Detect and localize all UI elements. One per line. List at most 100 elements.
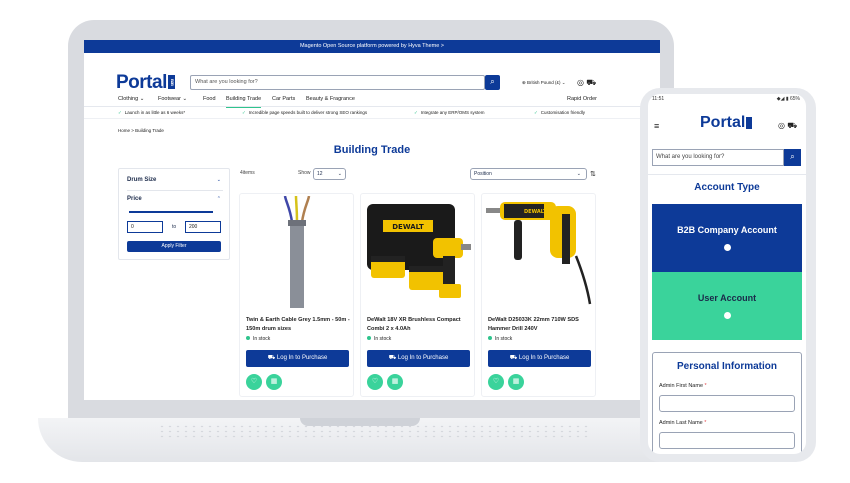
marketing-mockup: Magento Open Source platform powered by … [0,0,850,483]
sort-value: Position [474,171,492,177]
announcement-bar[interactable]: Magento Open Source platform powered by … [84,40,660,53]
chevron-up-icon[interactable]: ⌃ [217,196,221,202]
cart-icon[interactable]: ⛟ [586,78,596,87]
usp-item: Launch in as little as 6 weeks* [118,110,185,116]
nav-item-building-trade[interactable]: Building Trade [226,91,262,108]
currency-switcher[interactable]: ⊕ British Pound (£) ⌄ [522,80,566,86]
cart-icon: ⛟ [509,355,519,361]
account-type-title: Account Type [694,182,760,193]
search-button[interactable]: ⌕ [485,75,500,90]
user-account-option[interactable]: User Account [652,272,802,340]
nav-item-clothing[interactable]: Clothing ⌄ [118,91,144,107]
chevron-down-icon: ⌄ [576,171,581,177]
nav-item-footwear[interactable]: Footwear ⌄ [158,91,187,107]
usp-item: Incredible page speeds built to deliver … [242,110,367,116]
price-min-input[interactable]: 0 [127,221,163,233]
site-logo[interactable]: Portal [700,114,753,132]
option-label: User Account [697,293,757,303]
filter-price[interactable]: Price [127,196,142,202]
radio-button[interactable] [723,312,731,319]
product-card[interactable]: DEWALT DeWalt D25033K 22mm 710W SDS Hamm… [481,193,596,397]
wishlist-icon[interactable]: ♡ [246,374,262,390]
logo-text: Portal [116,72,167,93]
apply-filter-button[interactable]: Apply Filter [127,241,221,252]
usp-bar: Launch in as little as 6 weeks* Incredib… [84,107,660,119]
show-select[interactable]: 12 ⌄ [313,168,346,180]
logo-text: Portal [700,114,746,131]
b2b-logo-mark: B2B [167,75,175,89]
search-icon: ⌕ [490,77,495,86]
button-label: Log In to Purchase [397,355,449,361]
account-icon[interactable]: ◎ [577,78,584,87]
required-mark: * [704,420,707,426]
compare-icon[interactable]: ▦ [387,374,403,390]
sort-select[interactable]: Position ⌄ [470,168,587,180]
product-name[interactable]: DeWalt D25033K 22mm 710W SDS Hammer Dril… [488,316,594,334]
nav-item-food[interactable]: Food [203,91,216,107]
breadcrumb-home[interactable]: Home [118,128,130,133]
breadcrumb: Home > Building Trade [118,128,164,133]
main-nav: Clothing ⌄ Footwear ⌄ Food Building Trad… [84,91,660,108]
breadcrumb-current: Building Trade [135,128,164,133]
search-button[interactable]: ⌕ [784,149,801,166]
product-image-cable[interactable] [242,196,353,308]
stock-status: In stock [488,336,512,342]
filter-divider [127,190,223,191]
b2b-account-option[interactable]: B2B Company Account [652,204,802,272]
compare-icon[interactable]: ▦ [266,374,282,390]
chevron-down-icon: ⌄ [337,171,342,177]
stock-status: In stock [246,336,270,342]
label-text: Admin First Name [659,383,704,389]
filter-drum-size[interactable]: Drum Size [127,177,156,183]
product-name[interactable]: Twin & Earth Cable Grey 1.5mm - 50m - 15… [246,316,352,334]
sort-direction-icon[interactable]: ⇅ [590,170,596,178]
nav-item-beauty[interactable]: Beauty & Fragrance [306,91,355,107]
site-header: Portal B2B What are you looking for? ⌕ ⊕ … [84,53,660,93]
label-text: Admin Last Name [659,420,703,426]
divider [648,174,806,175]
wishlist-icon[interactable]: ♡ [367,374,383,390]
status-indicators: ◆◢ ▮ 65% [776,96,800,102]
search-input[interactable]: What are you looking for? [652,149,784,166]
laptop-screen: Magento Open Source platform powered by … [84,40,660,400]
phone-screen: 11:51 ◆◢ ▮ 65% ≡ Portal ◎ ⛟ What are you… [648,94,806,454]
login-to-purchase-button[interactable]: ⛟ Log In to Purchase [246,350,349,367]
product-name[interactable]: DeWalt 18V XR Brushless Compact Combi 2 … [367,316,473,334]
product-card[interactable]: Twin & Earth Cable Grey 1.5mm - 50m - 15… [239,193,354,397]
product-image-hammer-drill[interactable]: DEWALT [484,196,595,308]
personal-information-section: Personal Information Admin First Name * … [652,352,802,454]
radio-button[interactable] [723,244,731,251]
cart-icon: ⛟ [267,355,277,361]
usp-item: Integrate any ERP/OMS system [414,110,485,116]
cart-icon: ⛟ [388,355,398,361]
compare-icon[interactable]: ▦ [508,374,524,390]
last-name-field[interactable] [659,432,795,449]
product-card[interactable]: DEWALT DeWalt 18V XR Brushless Compact C… [360,193,475,397]
chevron-down-icon[interactable]: ⌄ [217,177,221,183]
price-to-label: to [172,224,177,230]
wishlist-icon[interactable]: ♡ [488,374,504,390]
first-name-field[interactable] [659,395,795,412]
product-image-combi-drill[interactable]: DEWALT [363,196,474,308]
svg-text:DEWALT: DEWALT [392,223,424,231]
login-to-purchase-button[interactable]: ⛟ Log In to Purchase [488,350,591,367]
price-slider[interactable] [129,211,213,213]
hamburger-menu-icon[interactable]: ≡ [654,121,659,131]
account-icon[interactable]: ◎ [778,121,785,130]
search-icon: ⌕ [790,152,795,161]
last-name-label: Admin Last Name * [659,420,706,426]
filter-panel: Drum Size ⌄ Price ⌃ 0 to 200 Apply Filte… [118,168,230,260]
header-icons: ◎ ⛟ [778,121,797,131]
status-time: 11:51 [652,96,665,102]
search-input[interactable]: What are you looking for? [190,75,485,90]
nav-item-car-parts[interactable]: Car Parts [272,91,295,107]
usp-item: Customisation friendly [534,110,585,116]
login-to-purchase-button[interactable]: ⛟ Log In to Purchase [367,350,470,367]
cart-icon[interactable]: ⛟ [787,121,797,130]
keyboard-pattern [158,424,588,438]
section-title: Personal Information [676,361,777,372]
header-icons: ◎ ⛟ [577,78,596,88]
price-max-input[interactable]: 200 [185,221,221,233]
laptop-notch [300,418,420,426]
nav-item-rapid-order[interactable]: Rapid Order [567,91,597,107]
